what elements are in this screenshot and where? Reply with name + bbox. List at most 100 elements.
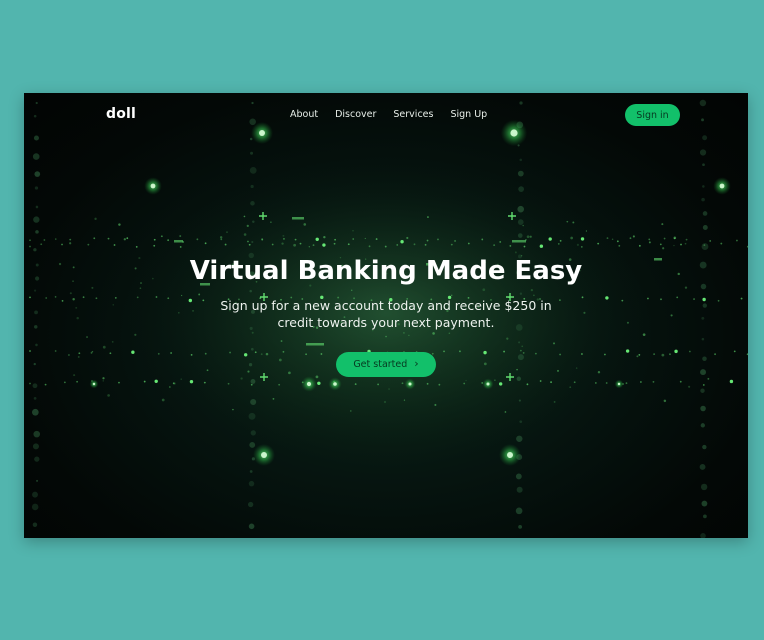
sign-in-label: Sign in (636, 109, 669, 121)
particle-dot (249, 442, 256, 448)
particle-dot (702, 444, 707, 450)
particle-dot (552, 342, 556, 345)
particle-dot (248, 363, 253, 367)
particle-dot (118, 381, 120, 384)
particle-dot (526, 383, 529, 386)
particle-dot (113, 244, 116, 246)
particle-dot (315, 237, 319, 241)
particle-dot (662, 247, 665, 250)
nav-links: About Discover Services Sign Up (290, 109, 504, 120)
particle-dot (261, 238, 263, 240)
sign-in-button[interactable]: Sign in (625, 104, 680, 126)
particle-dot (454, 240, 456, 242)
particle-dot (87, 243, 90, 246)
particle-dot (509, 245, 512, 247)
particle-dot (653, 353, 656, 356)
particle-dot (154, 379, 158, 383)
particle-dot (153, 238, 156, 241)
particle-dot (384, 245, 387, 248)
particle-dot (597, 370, 601, 374)
particle-dot (281, 242, 284, 245)
particle-dot (570, 236, 573, 240)
particle-dot (611, 238, 614, 241)
particle-dot (102, 345, 106, 349)
particle-dot (55, 238, 57, 240)
outer-canvas: doll About Discover Services Sign Up Sig… (0, 0, 764, 640)
particle-dot (719, 183, 725, 189)
particle-dot (250, 151, 254, 155)
particle-dot (247, 501, 254, 508)
particle-dot (278, 358, 282, 362)
particle-dot (515, 473, 522, 480)
particle-dot (305, 353, 307, 356)
particle-dot (248, 412, 256, 420)
particle-dot (700, 533, 706, 538)
particle-dot (248, 523, 255, 530)
particle-dot (204, 242, 207, 245)
particle-dot (516, 376, 522, 381)
particle-dot (526, 235, 530, 239)
particle-dot (306, 381, 312, 387)
particle-dot (401, 382, 404, 385)
particle-dot (34, 456, 40, 462)
particle-dot (29, 245, 31, 248)
particle-dot (173, 382, 176, 385)
particle-dot (413, 243, 416, 246)
particle-dot (347, 243, 350, 246)
particle-dot (219, 236, 223, 239)
particle-dot (427, 216, 429, 219)
particle-dot (180, 378, 182, 380)
particle-dot (161, 398, 165, 402)
particle-dot (408, 382, 412, 386)
particle-dot (702, 211, 708, 216)
particle-dot (702, 384, 705, 386)
particle-dot (226, 231, 228, 234)
particle-dot (522, 352, 525, 354)
particle-dot (69, 238, 72, 241)
particle-dot (368, 245, 371, 248)
particle-dot (78, 352, 81, 355)
particle-dot (63, 381, 66, 384)
particle-dot (700, 369, 707, 376)
particle-dot (486, 382, 490, 386)
nav-link-discover[interactable]: Discover (335, 109, 376, 120)
brand-logo[interactable]: doll (106, 106, 136, 122)
particle-dot (519, 420, 523, 424)
particle-dot (293, 243, 297, 247)
particle-dot (248, 243, 251, 246)
particle-dot (86, 336, 88, 338)
particle-dot (639, 381, 642, 383)
particle-dot (317, 381, 321, 385)
particle-dot (569, 386, 572, 388)
particle-dot (248, 480, 255, 487)
get-started-button[interactable]: Get started › (336, 352, 436, 377)
nav-link-services[interactable]: Services (393, 109, 433, 120)
particle-dot (701, 243, 709, 250)
particle-dot (224, 243, 227, 246)
particle-dot (243, 233, 247, 236)
particle-dot (534, 352, 537, 355)
particle-dot (36, 479, 39, 482)
nav-link-about[interactable]: About (290, 109, 318, 120)
particle-dot (638, 354, 641, 356)
particle-dot (507, 452, 513, 458)
particle-dot (632, 235, 635, 238)
particle-dot (29, 350, 31, 352)
particle-dot (250, 184, 254, 189)
particle-dot (702, 185, 705, 188)
particle-dot (364, 237, 366, 240)
particle-dot (204, 352, 207, 355)
particle-dot (352, 238, 355, 240)
particle-dot (220, 238, 223, 241)
particle-dot (240, 377, 243, 380)
particle-dot (747, 245, 748, 248)
particle-dot (33, 396, 37, 400)
nav-link-sign-up[interactable]: Sign Up (450, 109, 487, 120)
particle-dot (254, 351, 257, 354)
particle-dot (33, 248, 37, 252)
particle-dot (196, 238, 199, 241)
particle-dot (515, 507, 523, 515)
particle-dot (700, 388, 705, 393)
particle-dot (34, 171, 41, 177)
particle-dot (250, 379, 256, 384)
